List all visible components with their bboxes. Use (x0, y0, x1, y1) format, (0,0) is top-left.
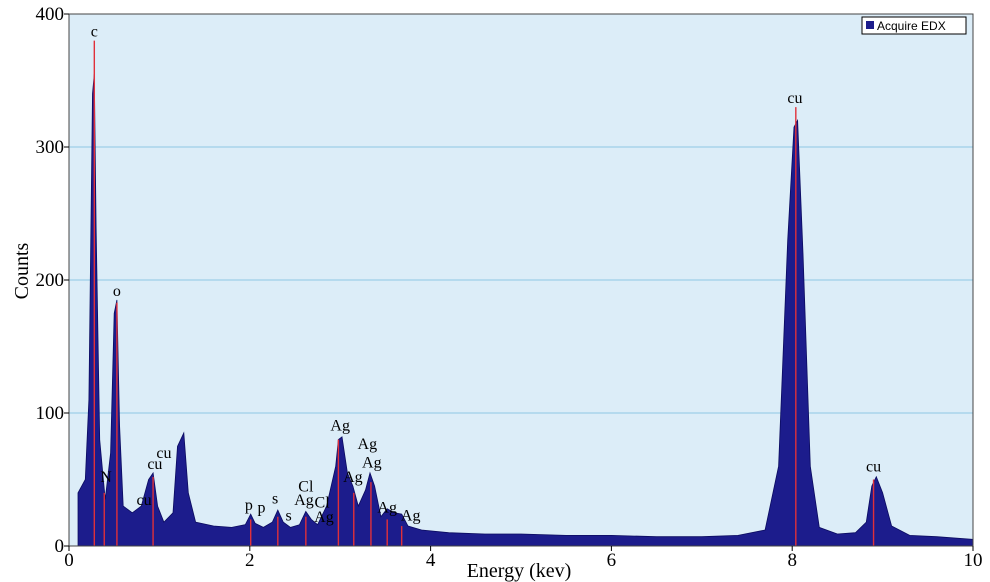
peak-label-15: Ag (343, 469, 363, 486)
peak-label-13: Ag (314, 509, 334, 526)
y-tick-label-4: 400 (36, 4, 65, 25)
peak-label-18: Ag (377, 500, 397, 517)
y-tick-label-1: 100 (36, 403, 65, 424)
peak-label-3: cu (136, 492, 151, 509)
legend: Acquire EDX (861, 16, 967, 35)
peak-label-2: o (113, 283, 121, 300)
peak-label-8: s (272, 490, 278, 507)
x-axis-label: Energy (kev) (467, 560, 572, 582)
legend-swatch (866, 21, 874, 29)
peak-label-11: Cl (298, 478, 314, 495)
peak-label-17: Ag (362, 455, 382, 472)
peak-label-20: cu (787, 90, 802, 107)
x-tick-label-0: 0 (64, 550, 74, 571)
peak-label-5: cu (156, 445, 171, 462)
y-tick-label-3: 300 (36, 137, 65, 158)
y-axis-label: Counts (11, 242, 33, 299)
y-tick-label-0: 0 (55, 536, 65, 557)
x-tick-label-5: 10 (964, 550, 983, 571)
x-tick-label-1: 2 (245, 550, 255, 571)
peak-label-19: Ag (401, 508, 421, 525)
peak-label-0: c (91, 24, 98, 41)
peak-label-21: cu (866, 459, 881, 476)
x-tick-label-4: 8 (787, 550, 797, 571)
y-tick-label-2: 200 (36, 270, 65, 291)
peak-label-7: p (258, 500, 266, 517)
peak-label-9: s (286, 508, 292, 525)
peak-label-6: p (245, 497, 253, 514)
peak-label-16: Ag (358, 436, 378, 453)
peak-label-14: Ag (330, 417, 350, 434)
peak-label-1: N (100, 469, 112, 486)
x-tick-label-3: 6 (607, 550, 617, 571)
edx-spectrum-chart: cNocucucup pssAgClClAgAgAgAgAgAg Agcucu 02… (0, 0, 990, 582)
x-tick-label-2: 4 (426, 550, 436, 571)
legend-label: Acquire EDX (877, 19, 946, 33)
